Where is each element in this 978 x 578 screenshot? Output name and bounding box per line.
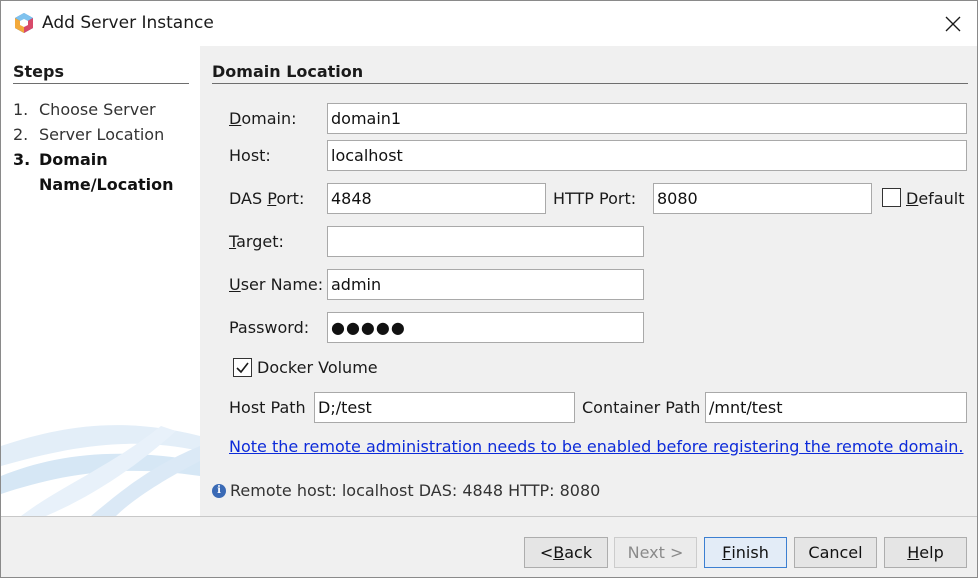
- info-icon: i: [212, 483, 226, 498]
- container-path-field[interactable]: /mnt/test: [705, 392, 967, 423]
- next-button[interactable]: Next >: [614, 537, 697, 568]
- steps-panel: Steps 1. Choose Server 2. Server Locatio…: [1, 46, 200, 516]
- password-label: Password:: [229, 318, 310, 337]
- steps-heading: Steps: [13, 62, 189, 84]
- step-item-domain-name-location: 3. Domain Name/Location: [13, 147, 195, 197]
- netbeans-cube-icon: [15, 13, 33, 33]
- host-label: Host:: [229, 146, 271, 165]
- back-button[interactable]: < Back: [524, 537, 608, 568]
- step-label: Domain Name/Location: [39, 147, 174, 197]
- help-button[interactable]: Help: [884, 537, 967, 568]
- step-label-line2: Name/Location: [39, 175, 174, 194]
- step-item-choose-server: 1. Choose Server: [13, 97, 195, 122]
- remote-admin-note-link[interactable]: Note the remote administration needs to …: [229, 437, 963, 456]
- step-item-server-location: 2. Server Location: [13, 122, 195, 147]
- section-title: Domain Location: [212, 62, 968, 84]
- finish-button[interactable]: Finish: [704, 537, 787, 568]
- host-path-label: Host Path: [229, 398, 306, 417]
- decorative-swoosh-graphic: [1, 425, 200, 516]
- step-number: 2.: [13, 125, 29, 144]
- steps-list: 1. Choose Server 2. Server Location 3. D…: [13, 97, 195, 197]
- username-field[interactable]: admin: [327, 269, 644, 300]
- domain-location-panel: Domain Location Domain: domain1 Host: lo…: [200, 46, 977, 516]
- remote-host-info: i Remote host: localhost DAS: 4848 HTTP:…: [212, 481, 600, 500]
- docker-volume-label: Docker Volume: [257, 358, 378, 377]
- close-icon: [945, 16, 961, 32]
- window-title: Add Server Instance: [42, 13, 214, 33]
- http-port-field[interactable]: 8080: [653, 183, 872, 214]
- domain-label: Domain:: [229, 109, 297, 128]
- host-path-field[interactable]: D;/test: [314, 392, 575, 423]
- container-path-label: Container Path: [582, 398, 701, 417]
- button-bar: < Back Next > Finish Cancel Help: [1, 516, 977, 577]
- das-port-label: DAS Port:: [229, 189, 305, 208]
- username-label: User Name:: [229, 275, 324, 294]
- title-bar: Add Server Instance: [1, 1, 977, 46]
- host-field[interactable]: localhost: [327, 140, 967, 171]
- step-number: 1.: [13, 100, 29, 119]
- cancel-button[interactable]: Cancel: [794, 537, 877, 568]
- step-label-line1: Domain: [39, 150, 108, 169]
- step-number: 3.: [13, 150, 31, 169]
- target-label: Target:: [229, 232, 284, 251]
- das-port-field[interactable]: 4848: [327, 183, 546, 214]
- docker-volume-checkbox[interactable]: [233, 358, 252, 377]
- remote-host-info-text: Remote host: localhost DAS: 4848 HTTP: 8…: [230, 481, 601, 500]
- http-port-label: HTTP Port:: [553, 189, 637, 208]
- target-field[interactable]: [327, 226, 644, 257]
- default-label: Default: [906, 189, 965, 208]
- close-button[interactable]: [933, 7, 973, 41]
- step-label: Server Location: [39, 125, 165, 144]
- step-label: Choose Server: [39, 100, 156, 119]
- add-server-instance-dialog: Add Server Instance Steps 1. Choose Serv…: [0, 0, 978, 578]
- domain-field[interactable]: domain1: [327, 103, 967, 134]
- default-checkbox[interactable]: [882, 188, 901, 207]
- password-field[interactable]: ●●●●●: [327, 312, 644, 343]
- checkmark-icon: [236, 362, 249, 374]
